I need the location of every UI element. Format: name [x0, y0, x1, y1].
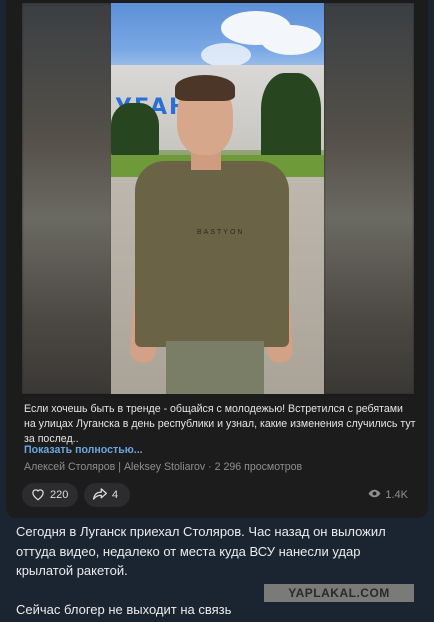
heart-icon	[30, 487, 46, 504]
cloud	[261, 25, 321, 55]
eye-icon	[368, 489, 381, 501]
video-blur-right	[324, 3, 414, 394]
comment-text: Сегодня в Луганск приехал Столяров. Час …	[16, 522, 416, 619]
share-button[interactable]: 4	[84, 483, 130, 507]
show-more-link[interactable]: Показать полностью...	[24, 444, 143, 456]
views-count: 1.4K	[385, 489, 408, 501]
trees	[261, 73, 321, 163]
post-caption: Если хочешь быть в тренде - общайся с мо…	[24, 403, 416, 445]
cloud	[201, 43, 251, 67]
trees	[111, 103, 159, 158]
shirt-text: BASTYON	[197, 229, 245, 236]
person-hair	[175, 75, 235, 101]
person-shirt	[135, 161, 289, 347]
author-name[interactable]: Алексей Столяров | Aleksey Stoliarov	[24, 461, 205, 473]
post-meta: Алексей Столяров | Aleksey Stoliarov · 2…	[24, 461, 302, 473]
site-watermark: YAPLAKAL.COM	[264, 584, 414, 602]
comment-paragraph: Сейчас блогер не выходит на связь	[16, 601, 232, 617]
like-count: 220	[50, 489, 69, 501]
views-counter: 1.4K	[368, 489, 408, 501]
share-icon	[92, 487, 108, 504]
video-blur-left	[22, 3, 112, 394]
like-button[interactable]: 220	[22, 483, 78, 507]
views-count-text: 2 296 просмотров	[214, 461, 303, 473]
share-count: 4	[112, 489, 119, 501]
person-pants	[166, 341, 264, 394]
post-card: УГАНСК BASTYON Если хочешь быть в тренде…	[6, 0, 428, 518]
comment-paragraph: Сегодня в Луганск приехал Столяров. Час …	[16, 524, 386, 578]
video-player[interactable]: УГАНСК BASTYON	[22, 3, 414, 394]
video-thumbnail[interactable]: УГАНСК BASTYON	[111, 3, 324, 394]
meta-separator: ·	[208, 461, 212, 473]
